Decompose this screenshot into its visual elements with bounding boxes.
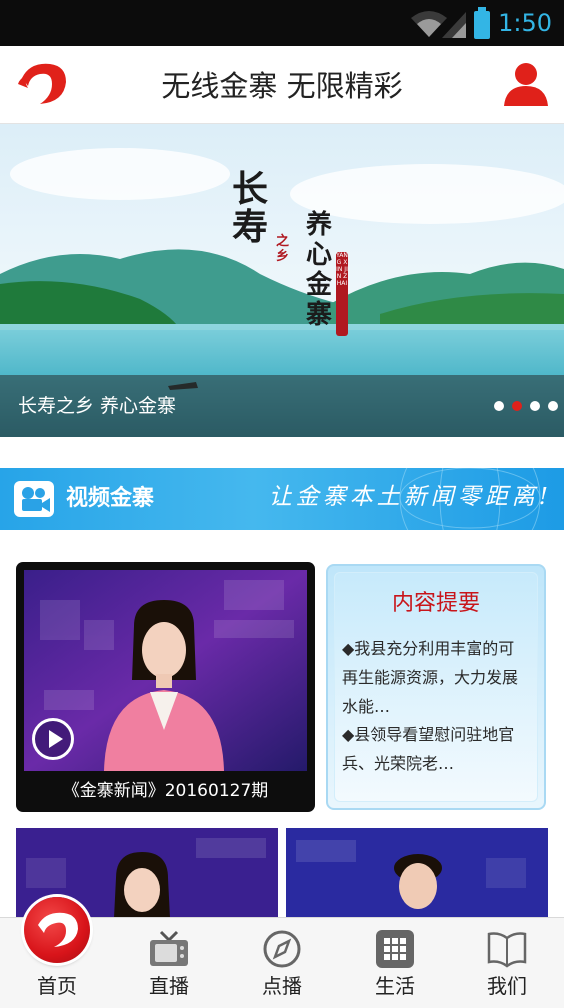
video-thumbnail: [286, 828, 548, 918]
video-section-banner[interactable]: 视频金寨 让金寨本土新闻零距离!: [0, 468, 564, 530]
nav-vod-label: 点播: [262, 974, 302, 998]
status-bar: 1:50: [0, 0, 564, 46]
banner-seal: YANG XIN JIN ZHAI: [336, 252, 348, 336]
nav-live-label: 直播: [149, 974, 189, 998]
carousel-dot[interactable]: [530, 401, 540, 411]
grid-icon: [376, 930, 414, 968]
carousel-dot-active[interactable]: [512, 401, 522, 411]
play-icon[interactable]: [32, 718, 74, 760]
carousel-indicator[interactable]: [494, 401, 558, 411]
content-summary-card[interactable]: 内容提要 ◆我县充分利用丰富的可再生能源资源，大力发展水能… ◆县领导看望慰问驻…: [326, 564, 546, 810]
nav-life-label: 生活: [375, 974, 415, 998]
banner-carousel[interactable]: 长寿 之乡 养心金寨 YANG XIN JIN ZHAI 长寿之乡 养心金寨: [0, 124, 564, 437]
book-icon: [487, 932, 527, 968]
status-time: 1:50: [498, 9, 552, 37]
signal-icon: [442, 12, 466, 38]
nav-about-label: 我们: [487, 974, 527, 998]
featured-video-card[interactable]: 《金寨新闻》20160127期: [16, 562, 315, 812]
carousel-dot[interactable]: [548, 401, 558, 411]
banner-poem-line1: 长寿: [232, 168, 269, 248]
video-section-slogan: 让金寨本土新闻零距离!: [268, 484, 552, 510]
app-header: 无线金寨 无限精彩: [0, 46, 564, 124]
compass-icon: [263, 930, 301, 968]
nav-vod[interactable]: 点播: [226, 918, 338, 1008]
featured-video-title: 《金寨新闻》20160127期: [62, 781, 269, 801]
nav-live[interactable]: 直播: [113, 918, 225, 1008]
banner-poem-line3: 养心金寨: [306, 210, 333, 330]
banner-caption: 长寿之乡 养心金寨: [18, 395, 177, 417]
carousel-dot[interactable]: [494, 401, 504, 411]
banner-poem-line2: 之乡: [276, 234, 290, 264]
home-logo-icon[interactable]: [24, 897, 90, 963]
user-profile-icon[interactable]: [502, 60, 550, 108]
page-title: 无线金寨 无限精彩: [161, 69, 403, 103]
banner-caption-bar: 长寿之乡 养心金寨: [0, 375, 564, 437]
video-camera-icon: [14, 481, 54, 517]
content-summary-heading: 内容提要: [391, 591, 480, 616]
nav-life[interactable]: 生活: [339, 918, 451, 1008]
video-thumbnail-card[interactable]: [286, 828, 548, 918]
battery-icon: [474, 7, 490, 39]
app-logo-icon[interactable]: [16, 60, 68, 108]
summary-item[interactable]: ◆县领导看望慰问驻地官兵、光荣院老…: [342, 720, 522, 778]
summary-item[interactable]: ◆我县充分利用丰富的可再生能源资源，大力发展水能…: [342, 634, 522, 721]
nav-about[interactable]: 我们: [451, 918, 563, 1008]
video-section-brand: 视频金寨: [66, 486, 155, 511]
nav-home-label: 首页: [37, 974, 77, 998]
tv-icon: [150, 930, 188, 966]
